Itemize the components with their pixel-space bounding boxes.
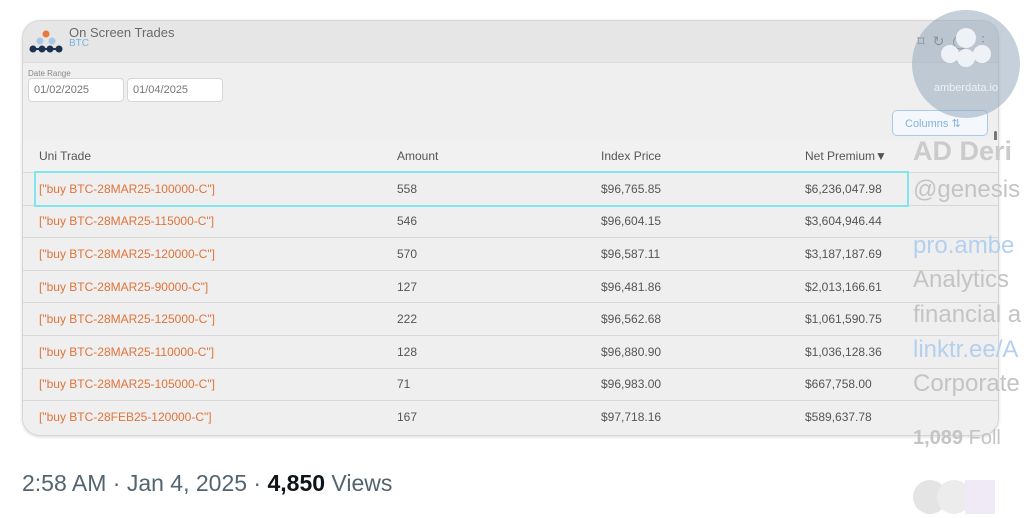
cell-net-premium: $2,013,166.61 [805, 279, 882, 294]
table-row[interactable]: ["buy BTC-28MAR25-90000-C"] 127 $96,481.86… [23, 269, 998, 303]
amberdata-logo-icon [29, 30, 63, 53]
date-to-input[interactable] [127, 78, 223, 102]
cell-amount: 222 [397, 312, 418, 327]
cell-amount: 558 [397, 181, 418, 196]
table-row[interactable]: ["buy BTC-28MAR25-105000-C"] 71 $96,983.00… [23, 367, 998, 401]
table-row[interactable]: ["buy BTC-28FEB25-120000-C"] 167 $97,718.1… [23, 400, 998, 433]
cell-uni-trade[interactable]: ["buy BTC-28MAR25-90000-C"] [23, 280, 397, 294]
cell-index-price: $96,562.68 [601, 312, 662, 327]
amberdata-watermark: amberdata.io [912, 10, 1020, 118]
cell-index-price: $96,880.90 [601, 344, 662, 359]
cell-net-premium: $1,061,590.75 [805, 312, 882, 327]
column-header-amount[interactable]: Amount [397, 149, 601, 163]
widget-header: On Screen Trades BTC ⌑ ↻ ◯ ⋮ [23, 21, 998, 63]
net-premium-label: Net Premium [805, 149, 876, 163]
table-header: Uni Trade Amount Index Price Net Premium… [23, 140, 998, 172]
widget-subtitle: BTC [69, 38, 89, 49]
cell-index-price: $97,718.16 [601, 409, 662, 424]
cell-uni-trade[interactable]: ["buy BTC-28MAR25-110000-C"] [23, 345, 397, 359]
cell-net-premium: $589,637.78 [805, 409, 872, 424]
cell-net-premium: $667,758.00 [805, 377, 872, 392]
column-header-index-price[interactable]: Index Price [601, 149, 805, 163]
columns-button-label: Columns [905, 118, 949, 130]
table-row[interactable]: ["buy BTC-28MAR25-120000-C"] 570 $96,587.1… [23, 237, 998, 270]
cell-uni-trade[interactable]: ["buy BTC-28MAR25-100000-C"] [23, 182, 397, 196]
cell-uni-trade[interactable]: ["buy BTC-28FEB25-120000-C"] [23, 410, 397, 424]
on-screen-trades-widget: On Screen Trades BTC ⌑ ↻ ◯ ⋮ Date Range … [22, 20, 999, 436]
table-row[interactable]: ["buy BTC-28MAR25-110000-C"] 128 $96,880.9… [23, 334, 998, 368]
date-from-input[interactable] [28, 78, 124, 102]
cell-uni-trade[interactable]: ["buy BTC-28MAR25-125000-C"] [23, 312, 397, 326]
cell-index-price: $96,983.00 [601, 377, 662, 392]
cell-net-premium: $1,036,128.36 [805, 344, 882, 359]
cell-index-price: $96,481.86 [601, 279, 662, 294]
cell-amount: 127 [397, 279, 418, 294]
tweet-timestamp[interactable]: 2:58 AM · Jan 4, 2025 · [22, 470, 267, 496]
cell-amount: 71 [397, 377, 411, 392]
cell-uni-trade[interactable]: ["buy BTC-28MAR25-120000-C"] [23, 247, 397, 261]
cell-index-price: $96,765.85 [601, 181, 662, 196]
cell-uni-trade[interactable]: ["buy BTC-28MAR25-105000-C"] [23, 377, 397, 391]
column-header-uni-trade[interactable]: Uni Trade [23, 149, 397, 163]
views-count: 4,850 [267, 470, 326, 496]
cell-amount: 128 [397, 344, 418, 359]
cell-net-premium: $3,604,946.44 [805, 214, 882, 229]
follower-avatars [913, 480, 995, 514]
cell-net-premium: $3,187,187.69 [805, 246, 882, 261]
tweet-meta: 2:58 AM · Jan 4, 2025 · 4,850 Views [22, 470, 392, 497]
cell-net-premium: $6,236,047.98 [805, 181, 882, 196]
cell-amount: 570 [397, 246, 418, 261]
table-row[interactable]: ["buy BTC-28MAR25-125000-C"] 222 $96,562.6… [23, 302, 998, 335]
cell-amount: 546 [397, 214, 418, 229]
column-header-net-premium[interactable]: Net Premium▼ [805, 149, 998, 163]
cell-amount: 167 [397, 409, 418, 424]
trades-table: Uni Trade Amount Index Price Net Premium… [23, 140, 998, 433]
date-range-label: Date Range [28, 69, 71, 78]
watermark-text: amberdata.io [933, 82, 999, 94]
cell-uni-trade[interactable]: ["buy BTC-28MAR25-115000-C"] [23, 214, 397, 228]
cell-index-price: $96,604.15 [601, 214, 662, 229]
columns-filter-icon: ⇅ [951, 118, 961, 130]
table-row[interactable]: ["buy BTC-28MAR25-115000-C"] 546 $96,604.1… [23, 204, 998, 238]
table-row[interactable]: ["buy BTC-28MAR25-100000-C"] 558 $96,765.8… [23, 172, 998, 205]
cell-index-price: $96,587.11 [601, 246, 661, 261]
watermark-logo-icon [941, 28, 991, 67]
sort-desc-icon: ▼ [875, 149, 887, 163]
views-label: Views [325, 470, 393, 496]
